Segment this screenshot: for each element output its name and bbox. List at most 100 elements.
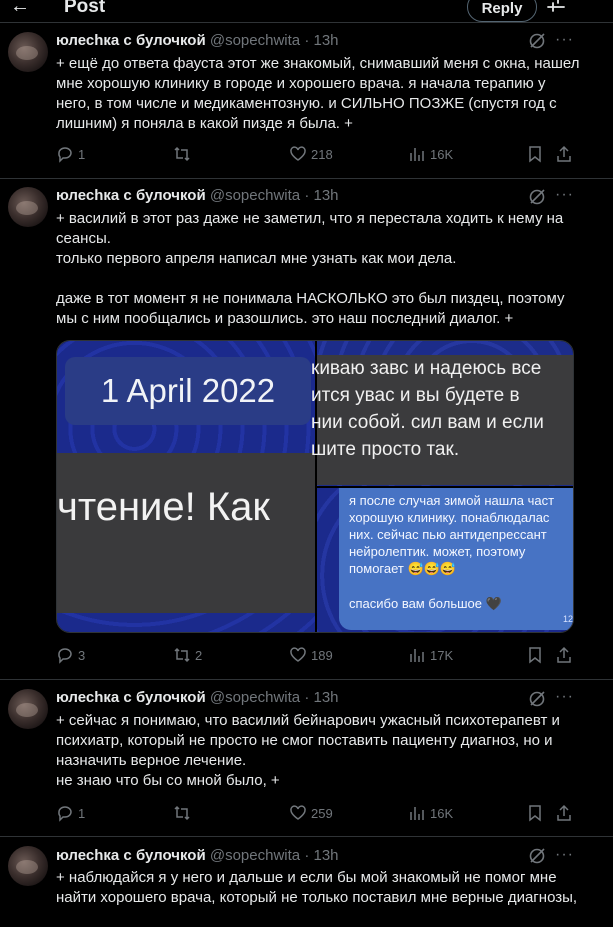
- avatar[interactable]: [8, 187, 48, 227]
- like-count: 259: [311, 805, 333, 821]
- reply-action[interactable]: 1: [56, 803, 85, 823]
- message-bubble: киваю завс и надеюсь все ится увас и вы …: [311, 355, 573, 485]
- message-line: помогает 😅😅😅: [349, 561, 457, 576]
- tweet-text: + сейчас я понимаю, что василий бейнаров…: [56, 711, 596, 791]
- avatar[interactable]: [8, 32, 48, 72]
- more-options-icon[interactable]: ···: [555, 688, 574, 706]
- retweet-action[interactable]: [173, 144, 195, 164]
- tweet-line: [56, 269, 596, 289]
- tweet-line: найти хорошего врача, который не только …: [56, 889, 578, 906]
- more-options-icon[interactable]: ···: [555, 186, 574, 204]
- media-image-left[interactable]: 1 April 2022 чтение! Как: [57, 341, 315, 632]
- like-action[interactable]: 259: [289, 803, 333, 823]
- reply-count: 3: [78, 647, 86, 663]
- message-bubble: чтение! Как: [57, 453, 315, 613]
- grok-icon[interactable]: [528, 188, 546, 206]
- tweet-line: мне хорошую клинику в городе и хорошего …: [56, 75, 546, 92]
- tweet-header: юлесhка с булочкой @sopechwita · 13h: [56, 688, 339, 708]
- bookmark-icon: [529, 805, 541, 822]
- bookmark-action[interactable]: [526, 645, 548, 665]
- grok-icon[interactable]: [528, 32, 546, 50]
- divider: [0, 22, 613, 23]
- author-handle[interactable]: @sopechwita: [210, 32, 300, 49]
- reply-action[interactable]: 1: [56, 144, 85, 164]
- avatar[interactable]: [8, 846, 48, 886]
- message-line: нии собой. сил вам и если: [311, 412, 544, 433]
- retweet-count: 2: [195, 647, 203, 663]
- like-action[interactable]: 189: [289, 645, 333, 665]
- tweet-actions: 1 259 16K: [56, 803, 576, 823]
- tweet-line: лишним) я поняла в какой пизде я была. +: [56, 115, 353, 132]
- author-name[interactable]: юлесhка с булочкой: [56, 689, 206, 706]
- retweet-icon: [174, 146, 190, 162]
- media-image-right-bottom[interactable]: я после случая зимой нашла част хорошую …: [317, 488, 573, 632]
- top-bar: ← Post Reply: [0, 0, 613, 22]
- author-handle[interactable]: @sopechwita: [210, 689, 300, 706]
- reply-button[interactable]: Reply: [467, 0, 537, 22]
- tweet-line: + сейчас я понимаю, что василий бейнаров…: [56, 712, 560, 729]
- author-name[interactable]: юлесhка с булочкой: [56, 187, 206, 204]
- views-count: 17K: [430, 647, 454, 663]
- like-count: 218: [311, 146, 333, 162]
- more-options-icon[interactable]: ···: [555, 846, 574, 864]
- reply-count: 1: [78, 146, 86, 162]
- tweet-line: + василий в этот раз даже не заметил, чт…: [56, 210, 564, 227]
- views-action[interactable]: 17K: [408, 645, 453, 665]
- author-handle[interactable]: @sopechwita: [210, 187, 300, 204]
- tweet-line: сеансы.: [56, 230, 111, 247]
- tweet-actions: 1 218 16K: [56, 144, 576, 164]
- more-options-icon[interactable]: ···: [555, 31, 574, 49]
- page-title: Post: [64, 0, 106, 17]
- settings-sliders-icon[interactable]: [546, 0, 566, 14]
- grok-icon[interactable]: [528, 690, 546, 708]
- message-bubble: я после случая зимой нашла част хорошую …: [339, 488, 573, 630]
- avatar[interactable]: [8, 689, 48, 729]
- divider: [0, 836, 613, 837]
- media-image-right-top[interactable]: киваю завс и надеюсь все ится увас и вы …: [311, 341, 573, 486]
- divider: [0, 679, 613, 680]
- views-icon: [410, 807, 424, 820]
- message-text: чтение! Как: [57, 485, 270, 529]
- views-action[interactable]: 16K: [408, 144, 453, 164]
- message-line: я после случая зимой нашла част: [349, 493, 555, 508]
- bookmark-action[interactable]: [526, 144, 548, 164]
- share-icon: [557, 646, 571, 663]
- tweet-line: него, в том числе и медикаментозную. и С…: [56, 95, 557, 112]
- back-arrow-icon[interactable]: ←: [10, 0, 30, 16]
- timestamp[interactable]: 13h: [313, 187, 338, 204]
- tweet-line: назначить верное лечение.: [56, 752, 247, 769]
- message-time: 12: [562, 614, 573, 624]
- retweet-action[interactable]: [173, 803, 195, 823]
- divider: [0, 178, 613, 179]
- bookmark-action[interactable]: [526, 803, 548, 823]
- bookmark-icon: [529, 146, 541, 163]
- heart-icon: [290, 146, 306, 161]
- like-action[interactable]: 218: [289, 144, 333, 164]
- grok-icon[interactable]: [528, 847, 546, 865]
- views-action[interactable]: 16K: [408, 803, 453, 823]
- share-action[interactable]: [555, 803, 577, 823]
- tweet-header: юлесhка с булочкой @sopechwita · 13h: [56, 846, 339, 866]
- separator-dot: ·: [304, 689, 310, 706]
- author-name[interactable]: юлесhка с булочкой: [56, 32, 206, 49]
- views-icon: [410, 148, 424, 161]
- tweet-line: даже в тот момент я не понимала НАСКОЛЬК…: [56, 290, 565, 307]
- reply-action[interactable]: 3: [56, 645, 85, 665]
- retweet-action[interactable]: 2: [173, 645, 202, 665]
- bookmark-icon: [529, 647, 541, 664]
- share-action[interactable]: [555, 645, 577, 665]
- media-grid[interactable]: 1 April 2022 чтение! Как киваю завс и на…: [56, 340, 574, 633]
- timestamp[interactable]: 13h: [313, 689, 338, 706]
- reply-icon: [58, 806, 72, 822]
- author-handle[interactable]: @sopechwita: [210, 847, 300, 864]
- tweet-line: психиатр, который не просто не смог пост…: [56, 732, 553, 749]
- message-line: шите просто так.: [311, 439, 460, 460]
- timestamp[interactable]: 13h: [313, 32, 338, 49]
- author-name[interactable]: юлесhка с булочкой: [56, 847, 206, 864]
- share-action[interactable]: [555, 144, 577, 164]
- tweet-line: + ещё до ответа фауста этот же знакомый,…: [56, 55, 580, 72]
- reply-icon: [58, 147, 72, 163]
- reply-count: 1: [78, 805, 86, 821]
- timestamp[interactable]: 13h: [313, 847, 338, 864]
- message-line: нейролептик. может, поэтому: [349, 544, 526, 559]
